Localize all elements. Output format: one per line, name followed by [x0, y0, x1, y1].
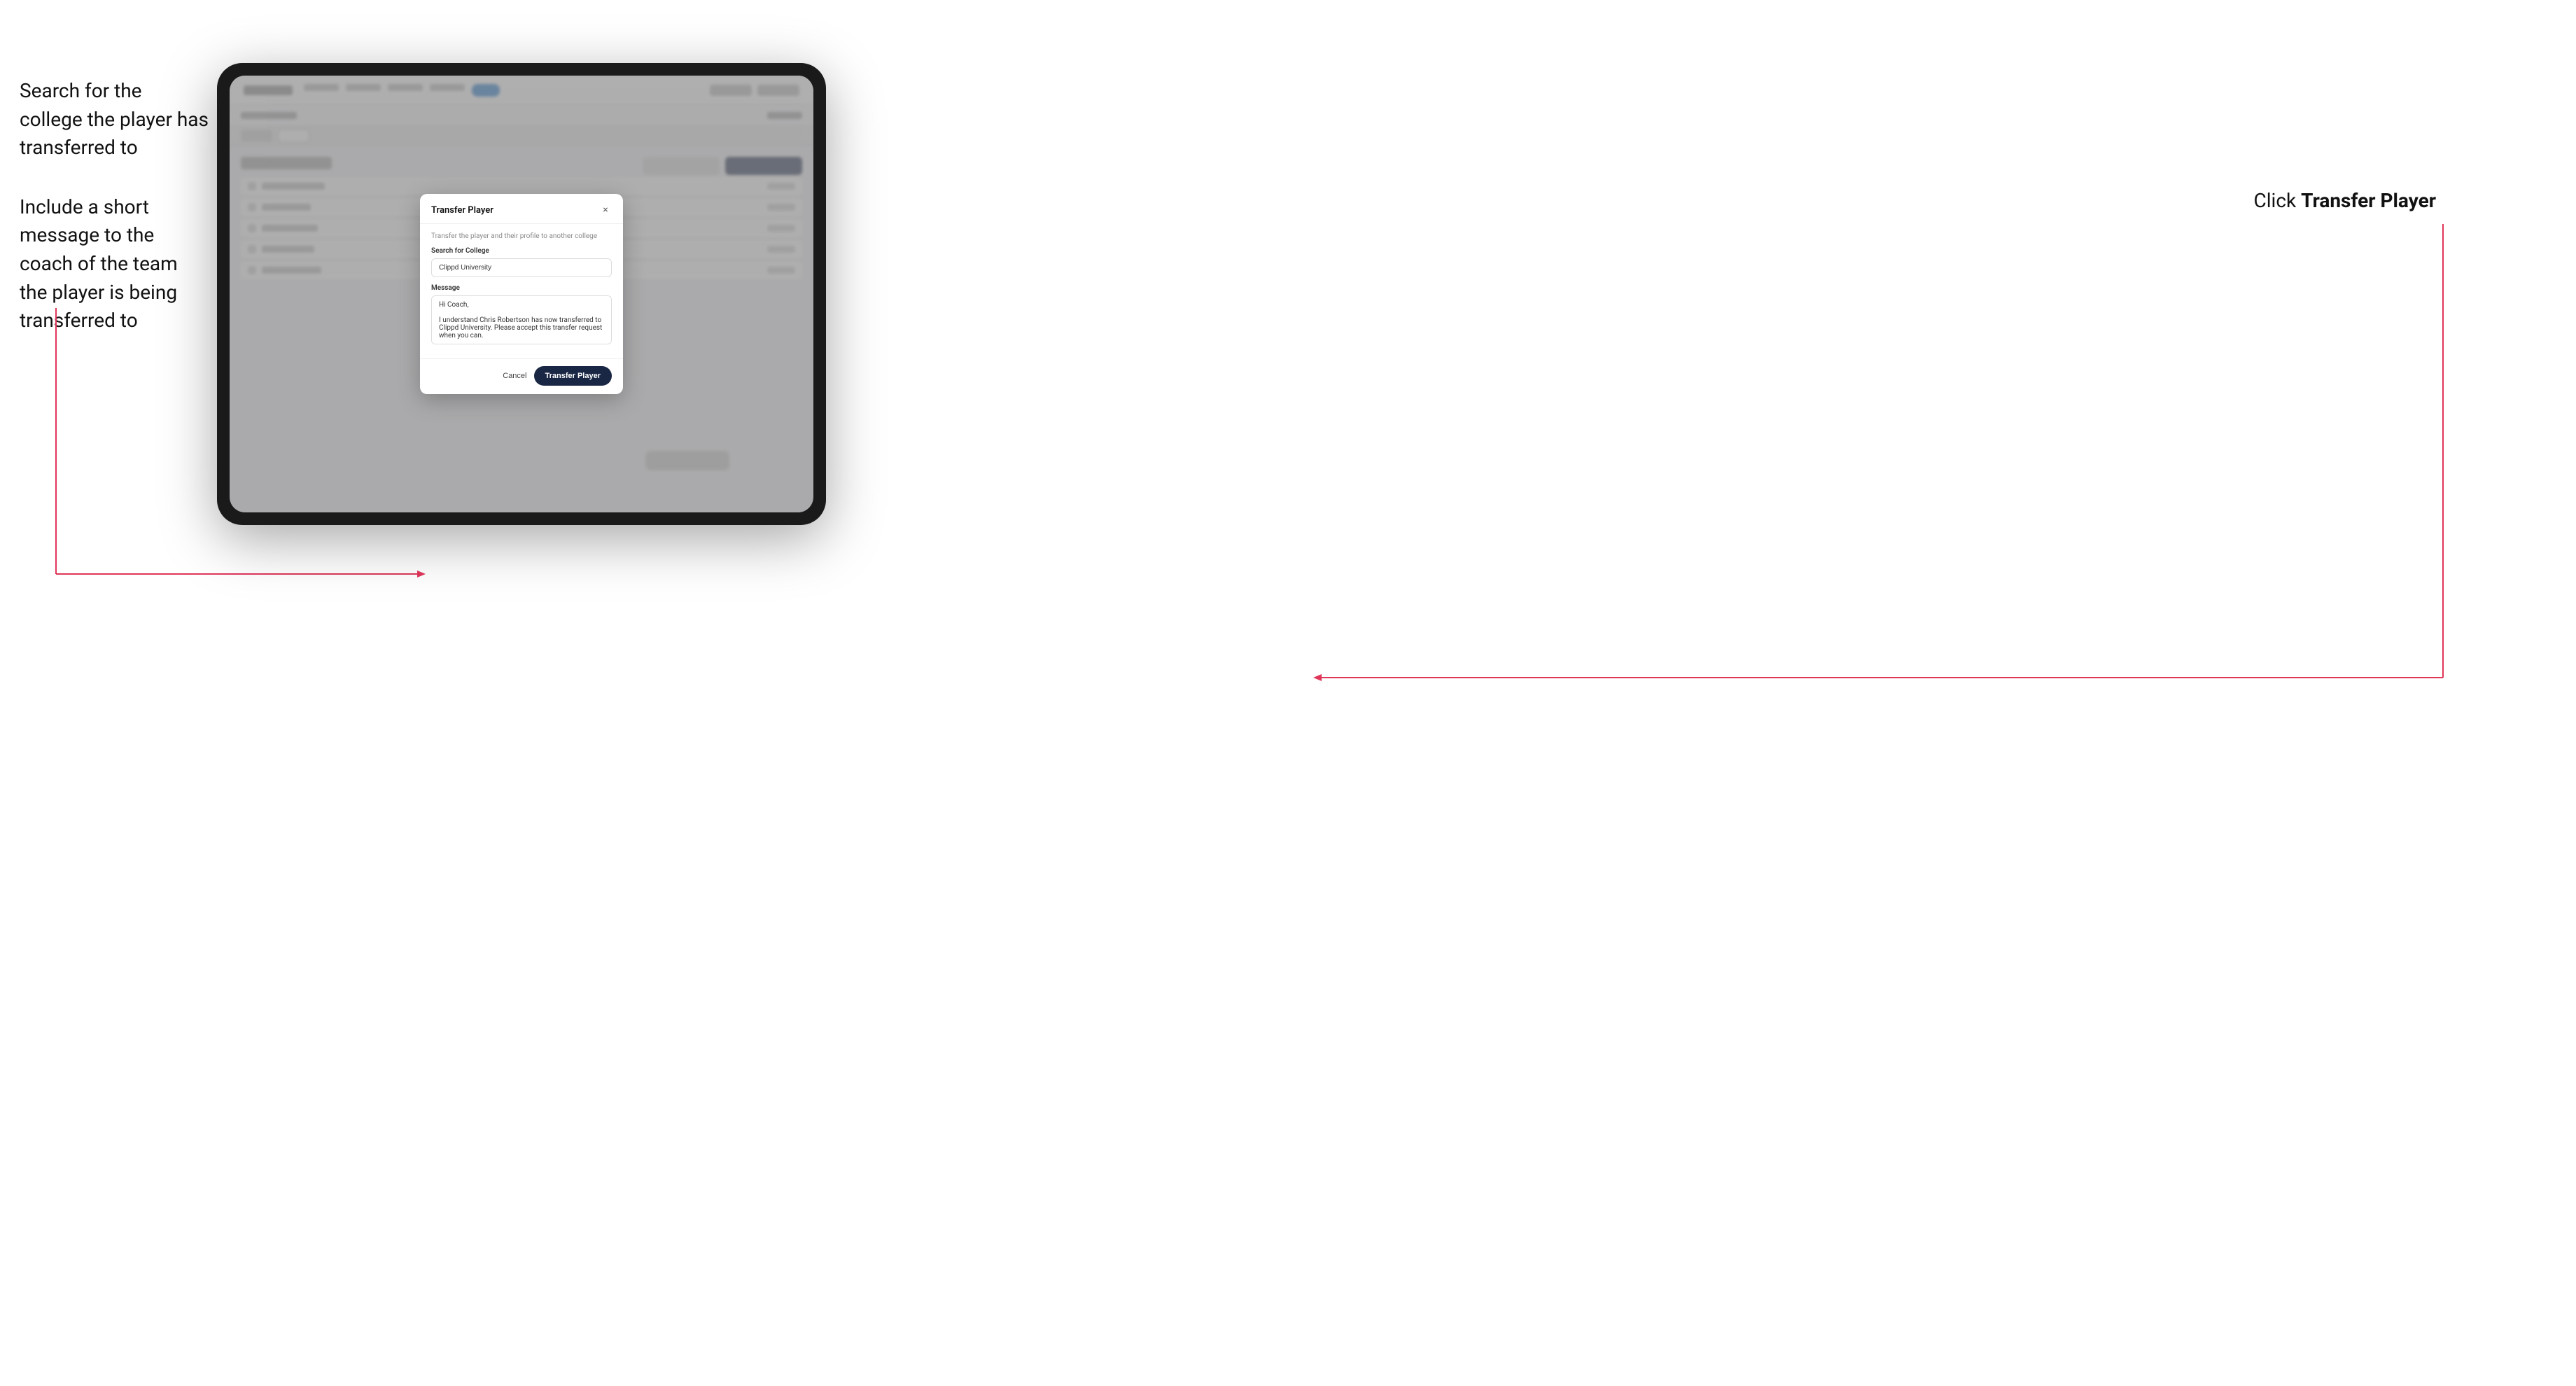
close-icon[interactable]: ×: [599, 204, 612, 216]
annotation-text-2: Include a short message to the coach of …: [20, 193, 209, 335]
annotation-text-1: Search for the college the player has tr…: [20, 77, 209, 162]
message-textarea[interactable]: Hi Coach, I understand Chris Robertson h…: [431, 295, 612, 344]
annotation-left: Search for the college the player has tr…: [20, 77, 209, 366]
modal-body: Transfer the player and their profile to…: [420, 224, 623, 358]
modal-overlay: Transfer Player × Transfer the player an…: [230, 76, 813, 512]
modal-subtitle: Transfer the player and their profile to…: [431, 232, 612, 240]
message-label: Message: [431, 284, 612, 292]
tablet-screen: Transfer Player × Transfer the player an…: [230, 76, 813, 512]
modal-title: Transfer Player: [431, 205, 493, 216]
modal-header: Transfer Player ×: [420, 194, 623, 224]
transfer-player-button[interactable]: Transfer Player: [534, 366, 612, 386]
tablet-frame: Transfer Player × Transfer the player an…: [217, 63, 826, 525]
annotation-right-bold: Transfer Player: [2301, 189, 2436, 212]
search-college-input[interactable]: [431, 258, 612, 277]
transfer-player-modal: Transfer Player × Transfer the player an…: [420, 194, 623, 394]
modal-footer: Cancel Transfer Player: [420, 358, 623, 394]
annotation-right-prefix: Click: [2254, 189, 2302, 212]
cancel-button[interactable]: Cancel: [503, 372, 526, 380]
annotation-right: Click Transfer Player: [2254, 189, 2436, 212]
search-college-label: Search for College: [431, 247, 612, 255]
